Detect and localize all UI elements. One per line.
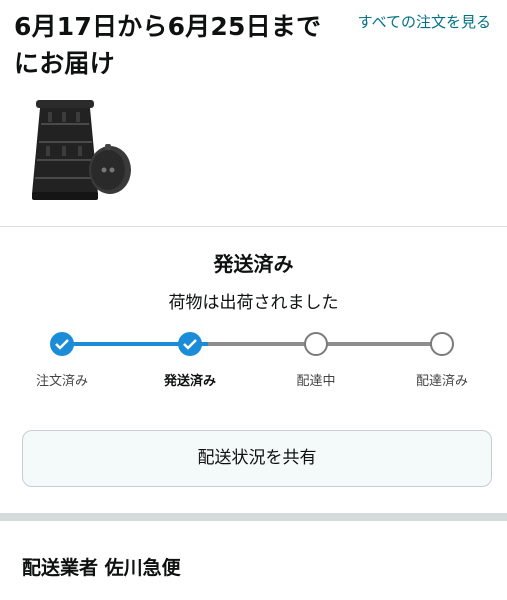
step-label-shipped: 発送済み (163, 374, 216, 389)
shipment-status-title: 発送済み (213, 252, 294, 276)
shipment-progress-tracker: 注文済み 発送済み 配達中 配達済み (0, 326, 507, 389)
step-delivered-node (430, 332, 454, 356)
check-icon (55, 339, 69, 350)
step-shipped-node (178, 332, 202, 356)
shipment-status-subtitle: 荷物は出荷されました (168, 293, 339, 313)
share-tracking-button[interactable]: 配送状況を共有 (22, 430, 492, 487)
section-divider-thick (0, 513, 507, 521)
check-icon (183, 339, 197, 350)
step-label-delivered: 配達済み (415, 374, 468, 389)
step-label-ordered: 注文済み (35, 374, 88, 389)
carrier-heading: 配送業者 佐川急便 (22, 557, 181, 579)
step-in-transit-node (304, 332, 328, 356)
step-label-in-transit: 配達中 (296, 374, 336, 389)
view-all-orders-link[interactable]: すべての注文を見る (351, 10, 491, 34)
delivery-date-title: 6月17日から6月25日までにお届け (14, 12, 322, 78)
order-header: 6月17日から6月25日までにお届け すべての注文を見る (0, 0, 507, 226)
product-thumbnail[interactable] (28, 96, 132, 208)
step-ordered-node (50, 332, 74, 356)
section-divider (0, 226, 507, 227)
folding-stool-image (32, 100, 131, 200)
